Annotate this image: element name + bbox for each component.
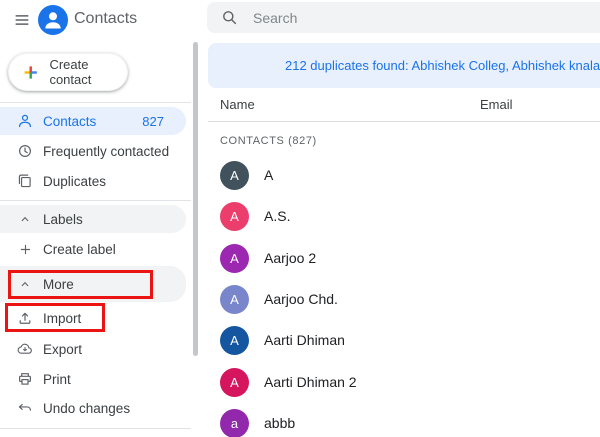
contact-name: A <box>264 167 274 183</box>
sidebar-item-export[interactable]: Export <box>0 335 186 363</box>
sidebar-scrollbar[interactable] <box>193 42 198 356</box>
contact-name: Aarjoo 2 <box>264 250 317 266</box>
sidebar-item-label: Create label <box>43 241 116 257</box>
avatar: A <box>220 367 249 397</box>
annotation-box-import <box>5 303 105 332</box>
cloud-download-icon <box>16 340 34 358</box>
contact-name: Aarjoo Chd. <box>264 291 338 307</box>
avatar: A <box>220 325 249 355</box>
sidebar-item-create-label[interactable]: Create label <box>0 235 186 263</box>
name-column-header: Name <box>220 97 255 112</box>
app-title: Contacts <box>74 10 138 27</box>
sidebar-item-print[interactable]: Print <box>0 365 186 393</box>
contact-row[interactable]: A Aarti Dhiman 2 <box>208 367 600 397</box>
sidebar-divider <box>0 102 191 103</box>
contact-name: A.S. <box>264 208 291 224</box>
table-header-divider <box>208 121 600 122</box>
sidebar-divider <box>0 200 191 201</box>
search-input[interactable] <box>253 9 553 26</box>
contacts-section-label: CONTACTS (827) <box>220 135 317 147</box>
undo-icon <box>16 399 34 417</box>
hamburger-icon <box>15 15 29 25</box>
menu-icon[interactable] <box>10 8 34 32</box>
annotation-box-more <box>8 270 153 299</box>
contacts-count: 827 <box>142 113 164 129</box>
search-bar[interactable] <box>207 2 600 33</box>
contact-name: abbb <box>264 415 296 431</box>
avatar: A <box>220 160 249 190</box>
printer-icon <box>16 370 34 388</box>
chevron-up-icon <box>16 210 34 228</box>
history-icon <box>16 142 34 160</box>
person-icon <box>16 112 34 130</box>
contact-row[interactable]: A Aarti Dhiman <box>208 325 600 355</box>
sidebar-item-label: Duplicates <box>43 173 107 189</box>
plus-icon <box>16 240 34 258</box>
contact-row[interactable]: A A <box>208 160 600 190</box>
contact-name: Aarti Dhiman <box>264 332 345 348</box>
contact-name: Aarti Dhiman 2 <box>264 374 357 390</box>
sidebar-item-undo-changes[interactable]: Undo changes <box>0 394 186 422</box>
sidebar-divider <box>0 428 191 429</box>
google-contacts-window: Contacts Create contact Contacts 827 <box>0 0 600 437</box>
sidebar-item-contacts[interactable]: Contacts 827 <box>0 107 186 135</box>
avatar: A <box>220 284 249 314</box>
copy-icon <box>16 172 34 190</box>
sidebar-item-label: Contacts <box>43 113 97 129</box>
sidebar-item-label: Export <box>43 341 83 357</box>
contact-row[interactable]: A Aarjoo 2 <box>208 243 600 273</box>
duplicates-banner[interactable]: 212 duplicates found: Abhishek Colleg, A… <box>208 43 600 88</box>
contacts-logo-icon[interactable] <box>38 5 68 35</box>
avatar: A <box>220 243 249 273</box>
sidebar-section-label: Labels <box>43 211 83 227</box>
multicolor-plus-icon <box>24 65 37 79</box>
contact-row[interactable]: A A.S. <box>208 201 600 231</box>
create-contact-label: Create contact <box>49 57 92 87</box>
email-column-header: Email <box>480 97 513 112</box>
avatar: A <box>220 201 249 231</box>
sidebar-item-duplicates[interactable]: Duplicates <box>0 167 186 195</box>
search-icon <box>223 11 237 25</box>
contact-row[interactable]: a abbb <box>208 408 600 437</box>
contact-row[interactable]: A Aarjoo Chd. <box>208 284 600 314</box>
avatar: a <box>220 408 249 437</box>
sidebar-item-label: Undo changes <box>43 400 131 416</box>
create-contact-button[interactable]: Create contact <box>8 53 128 91</box>
sidebar-item-label: Print <box>43 371 71 387</box>
sidebar-section-labels[interactable]: Labels <box>0 205 186 233</box>
sidebar-item-label: Frequently contacted <box>43 143 170 159</box>
sidebar-item-frequently-contacted[interactable]: Frequently contacted <box>0 137 186 165</box>
